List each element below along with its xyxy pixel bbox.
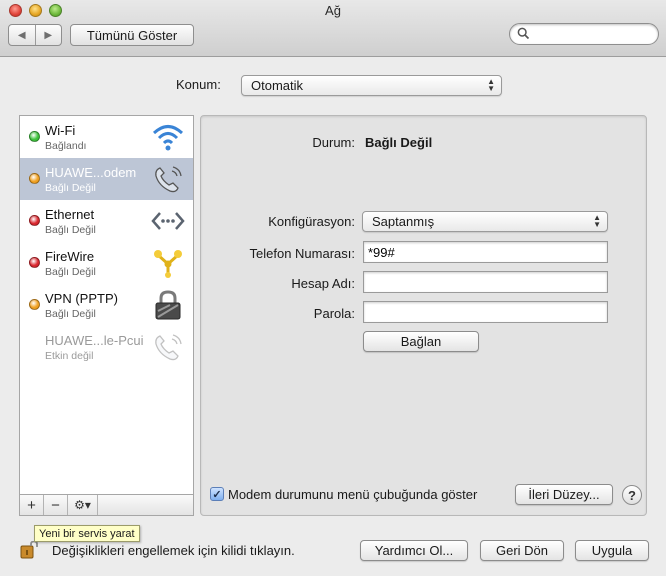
status-dot	[29, 299, 40, 310]
service-name: HUAWE...odem	[45, 165, 137, 180]
status-dot	[29, 215, 40, 226]
service-item-huawei-modem[interactable]: HUAWE...odem Bağlı Değil	[20, 158, 193, 200]
service-name: Wi-Fi	[45, 123, 76, 138]
status-dot	[29, 257, 40, 268]
lock-icon[interactable]	[20, 541, 38, 559]
gear-menu-button[interactable]: ⚙▾	[68, 495, 98, 515]
service-item-ethernet[interactable]: Ethernet Bağlı Değil	[20, 200, 193, 242]
window-title: Ağ	[325, 3, 341, 18]
password-field[interactable]	[363, 301, 608, 323]
add-service-button[interactable]: +	[20, 495, 44, 515]
search-field[interactable]	[509, 23, 659, 45]
revert-button[interactable]: Geri Dön	[480, 540, 564, 561]
service-status: Bağlı Değil	[45, 182, 96, 194]
service-item-firewire[interactable]: FireWire Bağlı Değil	[20, 242, 193, 284]
service-status: Bağlı Değil	[45, 224, 96, 236]
help-button[interactable]: ?	[622, 485, 642, 505]
service-item-vpn[interactable]: VPN (PPTP) Bağlı Değil	[20, 284, 193, 326]
password-label: Parola:	[313, 306, 355, 321]
ethernet-icon	[151, 212, 185, 230]
service-status: Etkin değil	[45, 350, 94, 362]
advanced-button[interactable]: İleri Düzey...	[515, 484, 613, 505]
service-status: Bağlandı	[45, 140, 87, 152]
assistant-button[interactable]: Yardımcı Ol...	[360, 540, 468, 561]
back-button[interactable]: ◀	[9, 25, 36, 45]
configuration-value: Saptanmış	[372, 214, 435, 229]
show-all-button[interactable]: Tümünü Göster	[70, 24, 194, 46]
modem-status-checkbox-label: Modem durumunu menü çubuğunda göster	[228, 487, 478, 502]
service-status: Bağlı Değil	[45, 308, 96, 320]
add-service-tooltip: Yeni bir servis yarat	[34, 525, 140, 542]
modem-phone-icon	[155, 166, 182, 193]
service-status: Bağlı Değil	[45, 266, 96, 278]
remove-service-button[interactable]: −	[44, 495, 68, 515]
vpn-lock-icon	[155, 290, 181, 320]
service-list: Wi-Fi Bağlandı HUAWE...odem Bağlı Değil …	[19, 115, 194, 495]
service-name: FireWire	[45, 249, 95, 264]
account-name-field[interactable]	[363, 271, 608, 293]
apply-button[interactable]: Uygula	[575, 540, 649, 561]
account-name-label: Hesap Adı:	[291, 276, 355, 291]
forward-button[interactable]: ▶	[36, 25, 62, 45]
status-label: Durum:	[312, 135, 355, 150]
status-dot	[29, 173, 40, 184]
service-name: VPN (PPTP)	[45, 291, 118, 306]
phone-number-field[interactable]	[363, 241, 608, 263]
service-item-wifi[interactable]: Wi-Fi Bağlandı	[20, 116, 193, 158]
status-value: Bağlı Değil	[365, 135, 433, 150]
location-value: Otomatik	[251, 78, 304, 93]
firewire-icon	[154, 250, 182, 278]
location-popup[interactable]: Otomatik ▲ ▼	[241, 75, 502, 96]
search-icon	[517, 27, 530, 43]
popup-arrows-icon: ▲ ▼	[487, 77, 495, 93]
window-titlebar: Ağ ◀ ▶ Tümünü Göster	[0, 0, 666, 57]
wifi-icon	[152, 125, 184, 151]
service-name: Ethernet	[45, 207, 95, 222]
lock-message: Değişiklikleri engellemek için kilidi tı…	[52, 543, 295, 558]
connect-button[interactable]: Bağlan	[363, 331, 479, 352]
configuration-label: Konfigürasyon:	[268, 214, 355, 229]
service-item-huawei-pcui[interactable]: HUAWE...le-Pcui Etkin değil	[20, 326, 193, 368]
configuration-popup[interactable]: Saptanmış ▲ ▼	[362, 211, 608, 232]
popup-arrows-icon: ▲ ▼	[593, 213, 601, 229]
modem-phone-icon	[155, 334, 182, 361]
status-dot	[29, 131, 40, 142]
modem-status-checkbox[interactable]: ✓	[210, 487, 224, 501]
location-label: Konum:	[176, 77, 221, 92]
service-name: HUAWE...le-Pcui	[45, 333, 144, 348]
service-list-toolbar: + − ⚙▾	[19, 494, 194, 516]
phone-number-label: Telefon Numarası:	[249, 246, 356, 261]
back-forward-control: ◀ ▶	[8, 24, 62, 46]
